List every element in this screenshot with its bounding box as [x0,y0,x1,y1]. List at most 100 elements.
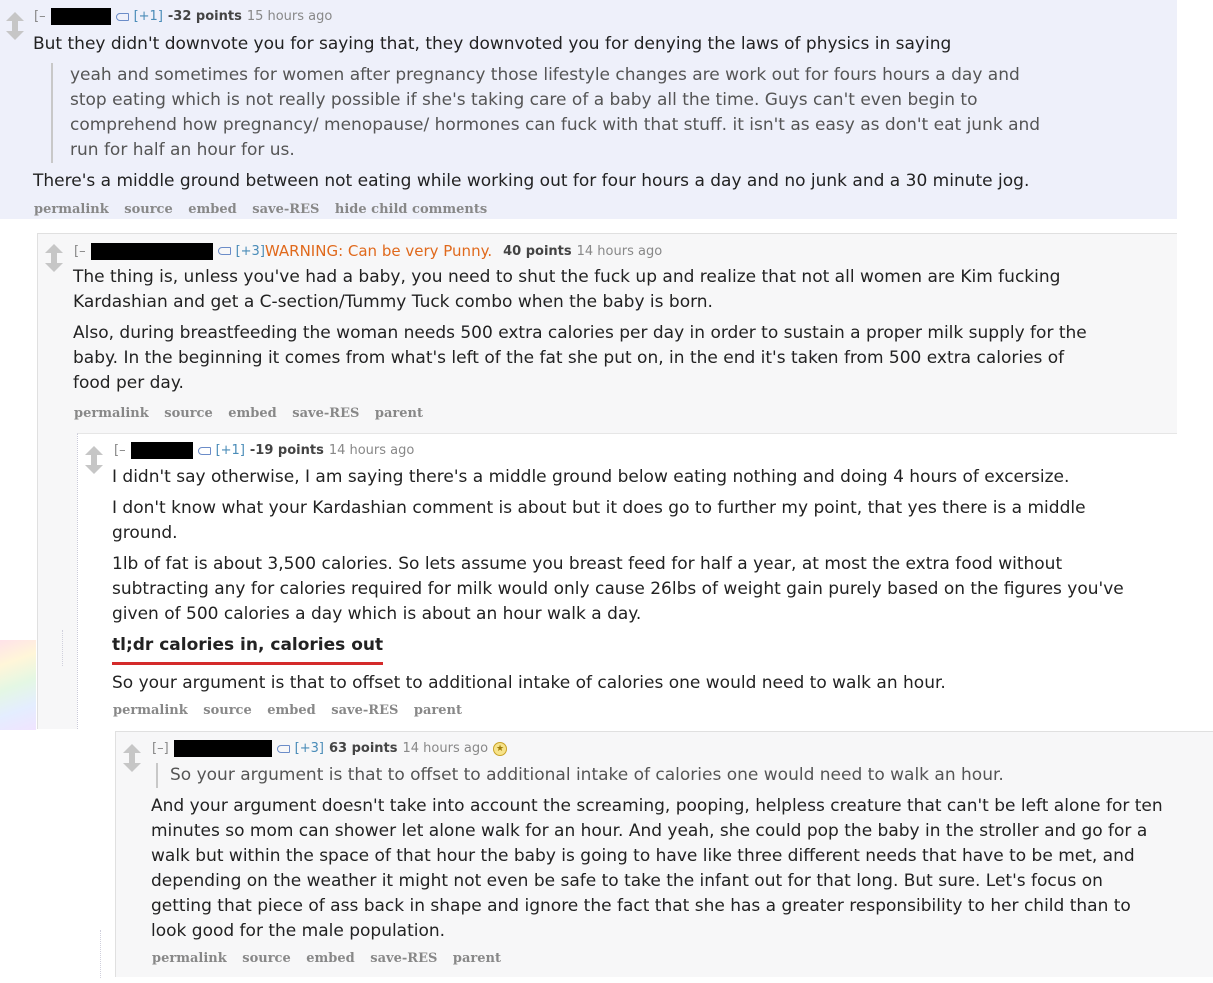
hide-child-comments-link[interactable]: hide child comments [335,202,487,217]
quote-line: comprehend how pregnancy/ menopause/ hor… [70,115,1041,135]
paragraph: There's a middle ground between not eati… [33,171,1030,191]
save-res-link[interactable]: save-RES [331,703,398,718]
parent-link[interactable]: parent [453,951,501,966]
paragraph-line: I didn't say otherwise, I am saying ther… [112,467,1070,487]
embed-link[interactable]: embed [228,406,276,421]
blockquote: So your argument is that to offset to ad… [156,763,1163,788]
save-res-link[interactable]: save-RES [370,951,437,966]
comment-tagline: [– [+1] -19 points 14 hours ago [114,442,414,459]
redacted-username [173,740,272,757]
upvote-arrow-icon[interactable] [6,12,24,27]
upvote-arrow-icon[interactable] [123,744,141,759]
rainbow-background-decoration [0,640,36,730]
res-badge-icon: ★ [493,741,508,756]
paragraph-line: ground. [112,523,178,543]
timestamp: 14 hours ago [328,443,415,458]
thread-guide-line [62,630,63,666]
score-points: 63 points [328,741,398,756]
user-tag-icon[interactable] [276,744,290,753]
collapse-toggle[interactable]: [– [34,9,46,24]
paragraph: But they didn't downvote you for saying … [33,34,952,54]
paragraph-line: The thing is, unless you've had a baby, … [73,267,1061,287]
comment-buttons: permalink source embed save-RES parent [113,703,473,718]
res-vote-count: [+3] [294,741,324,756]
comment-tagline: [– [+1] -32 points 15 hours ago [34,8,332,25]
paragraph-line: depending on the weather it might not ev… [151,871,1103,891]
score-points: -19 points [249,443,324,458]
thread-guide-line [100,930,101,978]
comment-buttons: permalink source embed save-RES parent [74,406,434,421]
comment-tagline: [–] [+3] 63 points 14 hours ago ★ [152,740,508,757]
source-link[interactable]: source [124,202,172,217]
comment-buttons: permalink source embed save-RES parent [152,951,512,966]
paragraph-line: I don't know what your Kardashian commen… [112,498,1086,518]
res-vote-count: [+1] [215,443,245,458]
paragraph-line: 1lb of fat is about 3,500 calories. So l… [112,554,1063,574]
quote-line: So your argument is that to offset to ad… [170,765,1004,785]
comment-body: I didn't say otherwise, I am saying ther… [112,465,1124,696]
upvote-arrow-icon[interactable] [85,446,103,461]
paragraph-line: Also, during breastfeeding the woman nee… [73,323,1087,343]
comment-tagline: [– [+3] WARNING: Can be very Punny. 40 p… [74,242,662,260]
downvote-arrow-icon[interactable] [45,256,63,272]
upvote-arrow-icon[interactable] [45,244,63,259]
vote-arrows [123,744,143,772]
res-vote-count: [+1] [133,9,163,24]
paragraph-line: walk but within the space of that hour t… [151,846,1135,866]
quote-line: stop eating which is not really possible… [70,90,978,110]
paragraph-line: food per day. [73,373,184,393]
save-res-link[interactable]: save-RES [292,406,359,421]
collapse-toggle[interactable]: [– [114,443,126,458]
redacted-username [130,442,193,459]
comment-1: [– [+1] -32 points 15 hours ago But they… [0,0,1177,219]
collapse-toggle[interactable]: [– [74,244,86,259]
redacted-username [50,8,111,25]
comment-body: So your argument is that to offset to ad… [151,763,1163,944]
paragraph-line: Kardashian and get a C-section/Tummy Tuc… [73,292,713,312]
permalink-link[interactable]: permalink [34,202,109,217]
parent-link[interactable]: parent [414,703,462,718]
user-tag-icon[interactable] [115,12,129,21]
score-points: 40 points [503,243,572,259]
paragraph-line: given of 500 calories a day which is abo… [112,604,642,624]
collapse-toggle[interactable]: [–] [152,741,169,756]
comment-3: [– [+1] -19 points 14 hours ago I didn't… [77,433,1177,729]
comment-buttons: permalink source embed save-RES hide chi… [34,202,498,217]
paragraph-line: And your argument doesn't take into acco… [151,796,1163,816]
permalink-link[interactable]: permalink [74,406,149,421]
save-res-link[interactable]: save-RES [252,202,319,217]
source-link[interactable]: source [203,703,251,718]
timestamp: 14 hours ago [402,741,489,756]
embed-link[interactable]: embed [306,951,354,966]
user-flair: WARNING: Can be very Punny. [264,242,493,260]
downvote-arrow-icon[interactable] [123,756,141,772]
res-vote-count: [+3] [235,243,265,259]
parent-link[interactable]: parent [375,406,423,421]
paragraph-line: look good for the male population. [151,921,446,941]
paragraph-line: getting that piece of ass back in shape … [151,896,1131,916]
quote-line: yeah and sometimes for women after pregn… [70,65,1020,85]
vote-arrows [6,12,26,40]
source-link[interactable]: source [164,406,212,421]
score-points: -32 points [167,9,242,24]
quote-line: run for half an hour for us. [70,140,295,160]
user-tag-icon[interactable] [217,247,231,255]
timestamp: 15 hours ago [246,9,333,24]
comment-body: But they didn't downvote you for saying … [33,32,1040,194]
redacted-username [90,242,213,260]
paragraph-line: minutes so mom can shower let alone walk… [151,821,1148,841]
vote-arrows [85,446,105,474]
timestamp: 14 hours ago [576,243,663,259]
downvote-arrow-icon[interactable] [85,458,103,474]
embed-link[interactable]: embed [267,703,315,718]
blockquote: yeah and sometimes for women after pregn… [51,63,1040,163]
embed-link[interactable]: embed [188,202,236,217]
source-link[interactable]: source [242,951,290,966]
user-tag-icon[interactable] [197,446,211,455]
paragraph-line: subtracting any for calories required fo… [112,579,1124,599]
permalink-link[interactable]: permalink [152,951,227,966]
vote-arrows [45,244,65,272]
comment-body: The thing is, unless you've had a baby, … [73,265,1087,396]
downvote-arrow-icon[interactable] [6,24,24,40]
permalink-link[interactable]: permalink [113,703,188,718]
